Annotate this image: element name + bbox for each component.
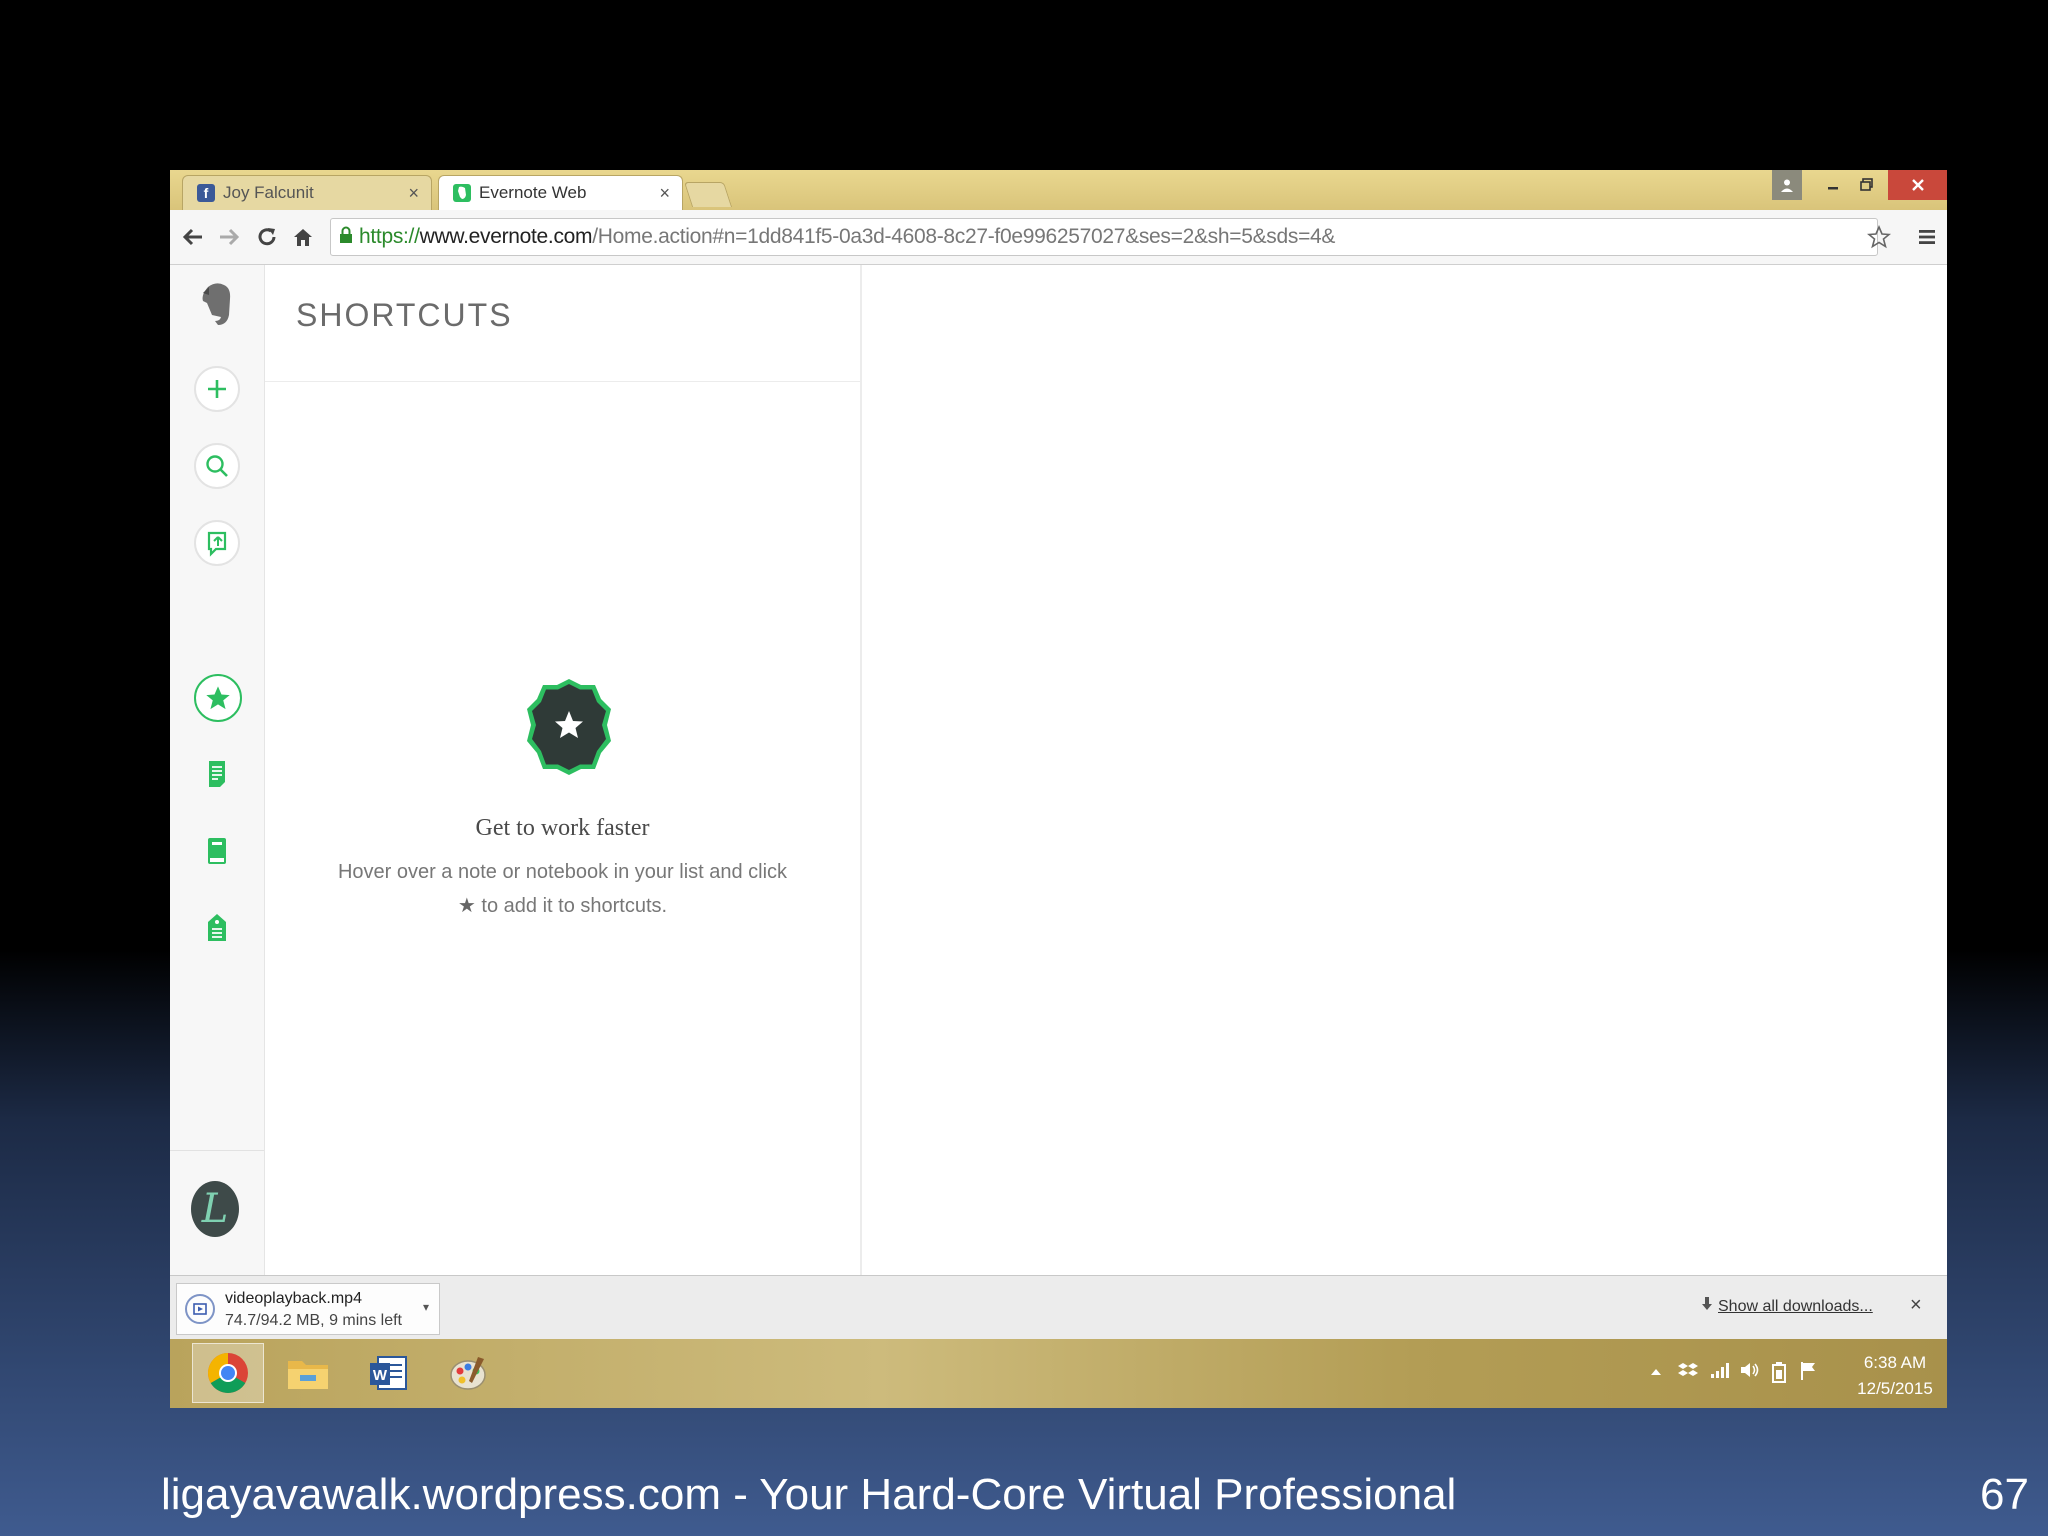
window-close-icon[interactable] <box>1888 170 1947 200</box>
evernote-sidebar: L <box>170 265 265 1275</box>
shortcut-badge-icon <box>525 675 613 779</box>
slide-footer: ligayavawalk.wordpress.com - Your Hard-C… <box>161 1470 1457 1519</box>
reload-icon[interactable] <box>250 220 284 254</box>
download-file-name: videoplayback.mp4 <box>225 1290 362 1307</box>
inline-star-icon: ★ <box>457 895 476 917</box>
work-chat-icon[interactable] <box>194 520 240 566</box>
tab-label: Evernote Web <box>479 183 587 202</box>
new-note-plus-icon[interactable] <box>194 366 240 412</box>
notebooks-icon[interactable] <box>194 828 240 874</box>
home-icon[interactable] <box>286 220 320 254</box>
tab-evernote-web[interactable]: Evernote Web × <box>438 175 683 210</box>
tray-expand-icon[interactable] <box>1650 1361 1662 1382</box>
slide-number: 67 <box>1980 1470 2029 1519</box>
network-signal-icon[interactable] <box>1710 1361 1730 1384</box>
chevron-down-icon[interactable]: ▾ <box>423 1300 429 1314</box>
clock-date[interactable]: 12/5/2015 <box>1850 1379 1940 1399</box>
tab-label: Joy Falcunit <box>223 183 314 202</box>
page-title: SHORTCUTS <box>296 297 513 333</box>
url-path: /Home.action#n=1dd841f5-0a3d-4608-8c27-f… <box>592 225 1336 248</box>
tab-joy-falcunit[interactable]: f Joy Falcunit × <box>182 175 432 210</box>
svg-text:W: W <box>373 1367 388 1384</box>
sidebar-divider <box>170 1150 264 1151</box>
tab-strip: f Joy Falcunit × Evernote Web × <box>170 170 1947 210</box>
empty-state-line1: Hover over a note or notebook in your li… <box>337 861 788 883</box>
download-arrow-icon <box>1700 1296 1714 1317</box>
browser-toolbar: https://www.evernote.com/Home.action#n=1… <box>170 210 1947 265</box>
show-all-downloads-link[interactable]: Show all downloads... <box>1718 1298 1873 1316</box>
dropbox-icon[interactable] <box>1678 1361 1698 1386</box>
evernote-logo-icon[interactable] <box>194 281 240 327</box>
windows-taskbar: W 6:38 AM 12/5/2015 <box>170 1339 1947 1408</box>
action-center-flag-icon[interactable] <box>1800 1361 1818 1386</box>
evernote-icon <box>453 184 471 202</box>
clock-time[interactable]: 6:38 AM <box>1850 1353 1940 1373</box>
screenshot: f Joy Falcunit × Evernote Web × https://… <box>170 170 1947 1408</box>
new-tab-button[interactable] <box>683 182 733 207</box>
user-profile-icon[interactable] <box>1772 170 1802 200</box>
file-explorer-icon[interactable] <box>272 1343 344 1403</box>
tab-close-icon[interactable]: × <box>408 183 419 204</box>
volume-icon[interactable] <box>1740 1361 1760 1384</box>
url-host: www.evernote.com <box>419 225 593 248</box>
forward-arrow-icon[interactable] <box>212 220 246 254</box>
minimize-icon[interactable] <box>1818 170 1848 200</box>
lock-icon <box>339 226 353 249</box>
evernote-app: L SHORTCUTS Get to work faster Hover ove… <box>170 265 1947 1275</box>
bookmark-star-icon[interactable] <box>1862 220 1896 254</box>
word-icon[interactable]: W <box>352 1343 424 1403</box>
download-shelf: videoplayback.mp4 74.7/94.2 MB, 9 mins l… <box>170 1275 1947 1340</box>
shortcuts-panel: SHORTCUTS Get to work faster Hover over … <box>265 265 862 1275</box>
url-scheme: https:// <box>359 225 420 248</box>
restore-icon[interactable] <box>1852 170 1882 200</box>
empty-state-title: Get to work faster <box>475 815 650 841</box>
shortcuts-star-icon[interactable] <box>194 674 242 722</box>
search-icon[interactable] <box>194 443 240 489</box>
battery-icon[interactable] <box>1770 1361 1788 1388</box>
address-bar[interactable]: https://www.evernote.com/Home.action#n=1… <box>330 218 1878 256</box>
avatar[interactable]: L <box>191 1181 239 1237</box>
panel-header: SHORTCUTS <box>265 265 860 382</box>
empty-state-line2: to add it to shortcuts. <box>475 895 668 917</box>
paint-icon[interactable] <box>432 1343 504 1403</box>
chrome-icon[interactable] <box>192 1343 264 1403</box>
download-shelf-close-icon[interactable]: × <box>1910 1294 1922 1317</box>
download-status: 74.7/94.2 MB, 9 mins left <box>225 1312 402 1329</box>
facebook-icon: f <box>197 184 215 202</box>
notes-icon[interactable] <box>194 751 240 797</box>
note-view-area <box>862 265 1947 1275</box>
back-arrow-icon[interactable] <box>176 220 210 254</box>
empty-state-text: Hover over a note or notebook in your li… <box>295 855 830 923</box>
tags-icon[interactable] <box>194 905 240 951</box>
video-file-icon <box>185 1294 215 1324</box>
tab-close-icon[interactable]: × <box>659 183 670 204</box>
browser-menu-icon[interactable] <box>1910 220 1944 254</box>
download-item[interactable]: videoplayback.mp4 74.7/94.2 MB, 9 mins l… <box>176 1283 440 1335</box>
